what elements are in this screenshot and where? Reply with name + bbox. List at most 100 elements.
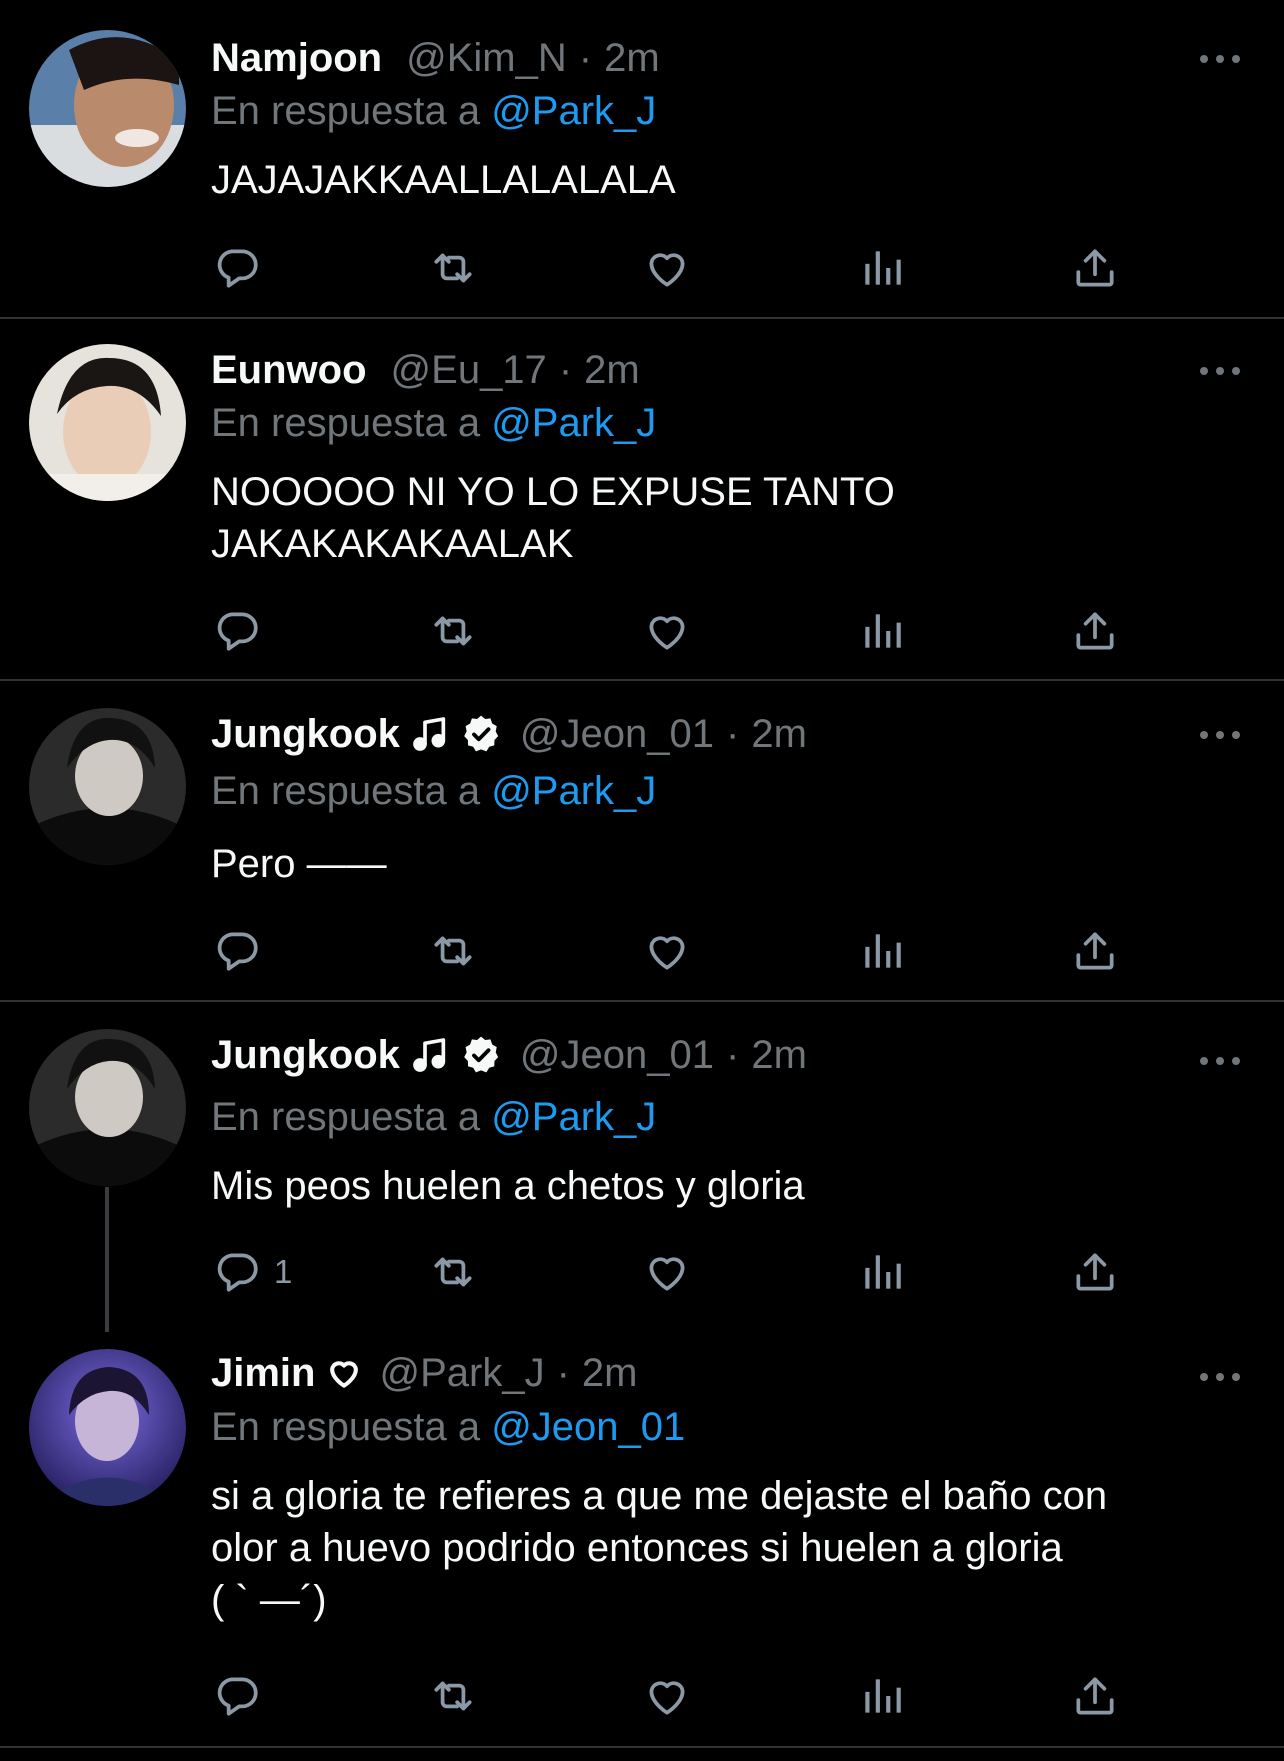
retweet-button[interactable]: [427, 1242, 479, 1302]
share-button[interactable]: [1070, 1666, 1120, 1726]
tweet-header: Jungkook @Jeon_01 · 2m: [211, 1031, 807, 1079]
like-button[interactable]: [642, 1666, 692, 1726]
reply-mention-link[interactable]: @Jeon_01: [491, 1405, 685, 1449]
views-button[interactable]: [857, 1666, 907, 1726]
user-handle[interactable]: @Park_J: [379, 1349, 544, 1397]
tweet-text: JAJAJAKKAALLALALALA: [211, 154, 1221, 206]
tweet-header: Jungkook @Jeon_01 · 2m: [211, 710, 807, 758]
reply-prefix: En respuesta a: [211, 1095, 481, 1139]
display-name[interactable]: Jimin: [211, 1349, 315, 1397]
user-handle[interactable]: @Jeon_01: [520, 710, 714, 758]
tweet-text-line: Pero ——: [211, 842, 387, 886]
retweet-button[interactable]: [427, 1666, 479, 1726]
retweet-icon: [434, 1681, 472, 1711]
reply-prefix: En respuesta a: [211, 1405, 481, 1449]
views-button[interactable]: [857, 921, 907, 981]
like-icon: [649, 1257, 685, 1291]
display-name[interactable]: Eunwoo: [211, 346, 367, 394]
music-note-icon: [410, 714, 450, 754]
reply-context: En respuesta a @Park_J: [211, 1093, 656, 1141]
reply-icon: [217, 932, 258, 971]
reply-prefix: En respuesta a: [211, 89, 481, 133]
user-handle[interactable]: @Eu_17: [391, 346, 547, 394]
music-note-icon: [410, 1035, 450, 1075]
tweet[interactable]: Jungkook @Jeon_01 · 2m En respuesta a @P…: [0, 681, 1284, 1000]
display-name[interactable]: Jungkook: [211, 1031, 400, 1079]
display-name[interactable]: Namjoon: [211, 34, 382, 82]
tweet[interactable]: Eunwoo @Eu_17 · 2m En respuesta a @Park_…: [0, 319, 1284, 680]
reply-context: En respuesta a @Park_J: [211, 399, 656, 447]
tweet-actions: [0, 238, 1284, 298]
tweet-text-line: ( ` —´): [211, 1578, 327, 1622]
tweet-header: Eunwoo @Eu_17 · 2m: [211, 346, 640, 394]
reply-mention-link[interactable]: @Park_J: [491, 401, 656, 445]
views-button[interactable]: [857, 601, 907, 661]
share-button[interactable]: [1070, 238, 1120, 298]
tweet-actions: [0, 601, 1284, 661]
more-options-icon[interactable]: [1200, 729, 1240, 741]
verified-badge-icon[interactable]: [460, 1034, 502, 1076]
share-button[interactable]: [1070, 1242, 1120, 1302]
more-options-icon[interactable]: [1200, 1371, 1240, 1383]
heart-outline-icon: [325, 1354, 363, 1392]
more-options-icon[interactable]: [1200, 53, 1240, 65]
like-button[interactable]: [642, 921, 692, 981]
reply-button[interactable]: [212, 921, 262, 981]
retweet-button[interactable]: [427, 921, 479, 981]
like-button[interactable]: [642, 238, 692, 298]
reply-prefix: En respuesta a: [211, 401, 481, 445]
like-button[interactable]: [642, 601, 692, 661]
retweet-icon: [434, 253, 472, 283]
like-button[interactable]: [642, 1242, 692, 1302]
retweet-button[interactable]: [427, 601, 479, 661]
retweet-button[interactable]: [427, 238, 479, 298]
divider: [0, 1746, 1284, 1748]
tweet[interactable]: Jungkook @Jeon_01 · 2m En respuesta a @P…: [0, 1002, 1284, 1332]
display-name[interactable]: Jungkook: [211, 710, 400, 758]
timestamp[interactable]: 2m: [751, 710, 807, 758]
user-handle[interactable]: @Kim_N: [406, 34, 567, 82]
reply-button[interactable]: [212, 1666, 262, 1726]
avatar[interactable]: [29, 1349, 186, 1506]
retweet-icon: [434, 616, 472, 646]
tweet-header: Namjoon @Kim_N · 2m: [211, 34, 660, 82]
tweet-header: Jimin @Park_J · 2m: [211, 1349, 638, 1397]
reply-button[interactable]: [212, 238, 262, 298]
tweet-text: Pero ——: [211, 838, 1221, 890]
like-icon: [649, 616, 685, 650]
timestamp[interactable]: 2m: [604, 34, 660, 82]
views-button[interactable]: [857, 238, 907, 298]
user-handle[interactable]: @Jeon_01: [520, 1031, 714, 1079]
tweet[interactable]: Jimin @Park_J · 2m En respuesta a @Jeon_…: [0, 1332, 1284, 1747]
views-button[interactable]: [857, 1242, 907, 1302]
like-icon: [649, 936, 685, 970]
tweet-actions: [0, 1666, 1284, 1726]
separator-dot: ·: [578, 36, 593, 80]
tweet[interactable]: Namjoon @Kim_N · 2m En respuesta a @Park…: [0, 0, 1284, 318]
share-button[interactable]: [1070, 601, 1120, 661]
share-button[interactable]: [1070, 921, 1120, 981]
timestamp[interactable]: 2m: [584, 346, 640, 394]
reply-mention-link[interactable]: @Park_J: [491, 1095, 656, 1139]
more-options-icon[interactable]: [1200, 1055, 1240, 1067]
more-options-icon[interactable]: [1200, 365, 1240, 377]
like-icon: [649, 1681, 685, 1715]
reply-prefix: En respuesta a: [211, 769, 481, 813]
views-icon: [865, 1679, 901, 1713]
retweet-icon: [434, 1257, 472, 1287]
reply-context: En respuesta a @Park_J: [211, 767, 656, 815]
timestamp[interactable]: 2m: [582, 1349, 638, 1397]
reply-mention-link[interactable]: @Park_J: [491, 89, 656, 133]
share-icon: [1076, 1253, 1114, 1291]
avatar[interactable]: [29, 708, 186, 865]
reply-button[interactable]: 1: [212, 1242, 292, 1302]
verified-badge-icon[interactable]: [460, 713, 502, 755]
reply-button[interactable]: [212, 601, 262, 661]
avatar[interactable]: [29, 30, 186, 187]
reply-mention-link[interactable]: @Park_J: [491, 769, 656, 813]
avatar[interactable]: [29, 344, 186, 501]
timestamp[interactable]: 2m: [751, 1031, 807, 1079]
tweet-text-line: JAJAJAKKAALLALALALA: [211, 158, 676, 202]
separator-dot: ·: [726, 1033, 740, 1077]
avatar[interactable]: [29, 1029, 186, 1186]
